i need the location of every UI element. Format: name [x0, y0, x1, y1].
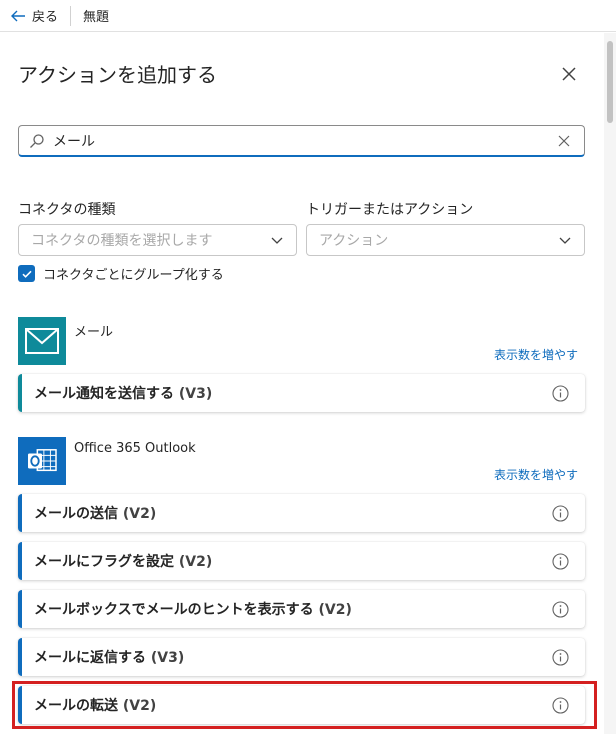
checkbox-label: コネクタごとにグループ化する — [43, 268, 224, 283]
highlight-box — [12, 681, 597, 729]
action-accent — [18, 638, 22, 676]
connector-type-label: コネクタの種類 — [18, 202, 116, 218]
info-icon[interactable] — [552, 600, 569, 618]
search-icon — [30, 133, 44, 148]
arrow-left-icon — [11, 10, 25, 21]
chevron-down-icon — [271, 237, 283, 244]
connector-name-outlook: Office 365 Outlook — [74, 441, 196, 456]
info-icon[interactable] — [552, 384, 569, 402]
action-accent — [18, 494, 22, 532]
flow-title[interactable]: 無題 — [83, 6, 109, 25]
info-icon[interactable] — [552, 552, 569, 570]
action-accent — [18, 374, 22, 412]
add-action-panel: アクションを追加する コネクタの種類 コネクタの種類を選択します トリガーまたは… — [0, 33, 604, 734]
back-button[interactable]: 戻る — [0, 0, 58, 32]
close-icon — [562, 67, 576, 81]
action-label: メールにフラグを設定 (V2) — [34, 554, 213, 570]
show-more-mail-link[interactable]: 表示数を増やす — [494, 346, 578, 363]
action-label: メールに返信する (V3) — [34, 650, 185, 666]
outlook-connector-logo — [18, 437, 66, 485]
trigger-action-placeholder: アクション — [319, 233, 389, 249]
action-label: メールの送信 (V2) — [34, 506, 157, 522]
action-accent — [18, 542, 22, 580]
trigger-action-dropdown[interactable]: アクション — [306, 224, 585, 256]
info-icon[interactable] — [552, 504, 569, 522]
action-send-email-notification[interactable]: メール通知を送信する (V3) — [18, 374, 585, 412]
group-by-connector-checkbox[interactable]: コネクタごとにグループ化する — [18, 264, 224, 283]
mail-envelope-icon — [25, 328, 59, 354]
checkmark-icon — [21, 270, 32, 278]
search-box[interactable] — [18, 125, 585, 157]
action-send-email[interactable]: メールの送信 (V2) — [18, 494, 585, 532]
action-accent — [18, 590, 22, 628]
action-label: メールボックスでメールのヒントを表示する (V2) — [34, 602, 352, 618]
search-input[interactable] — [53, 132, 556, 149]
info-icon[interactable] — [552, 648, 569, 666]
panel-title: アクションを追加する — [18, 63, 217, 87]
action-reply-email[interactable]: メールに返信する (V3) — [18, 638, 585, 676]
connector-name-mail: メール — [74, 325, 114, 340]
divider — [70, 5, 72, 26]
scrollbar-thumb[interactable] — [607, 41, 613, 123]
top-bar: 戻る 無題 — [0, 0, 616, 32]
connector-type-placeholder: コネクタの種類を選択します — [31, 233, 213, 249]
action-flag-email[interactable]: メールにフラグを設定 (V2) — [18, 542, 585, 580]
show-more-outlook-link[interactable]: 表示数を増やす — [494, 466, 578, 483]
trigger-action-label: トリガーまたはアクション — [306, 202, 474, 218]
chevron-down-icon — [559, 237, 571, 244]
action-label: メール通知を送信する (V3) — [34, 386, 213, 402]
outlook-icon — [28, 449, 57, 472]
mail-connector-logo — [18, 317, 66, 365]
scrollbar[interactable] — [604, 33, 616, 734]
connector-type-dropdown[interactable]: コネクタの種類を選択します — [18, 224, 297, 256]
action-mail-tips[interactable]: メールボックスでメールのヒントを表示する (V2) — [18, 590, 585, 628]
back-label: 戻る — [32, 10, 59, 25]
clear-search-icon[interactable] — [556, 133, 572, 149]
checkbox-checked[interactable] — [18, 265, 35, 282]
close-button[interactable] — [558, 63, 580, 85]
